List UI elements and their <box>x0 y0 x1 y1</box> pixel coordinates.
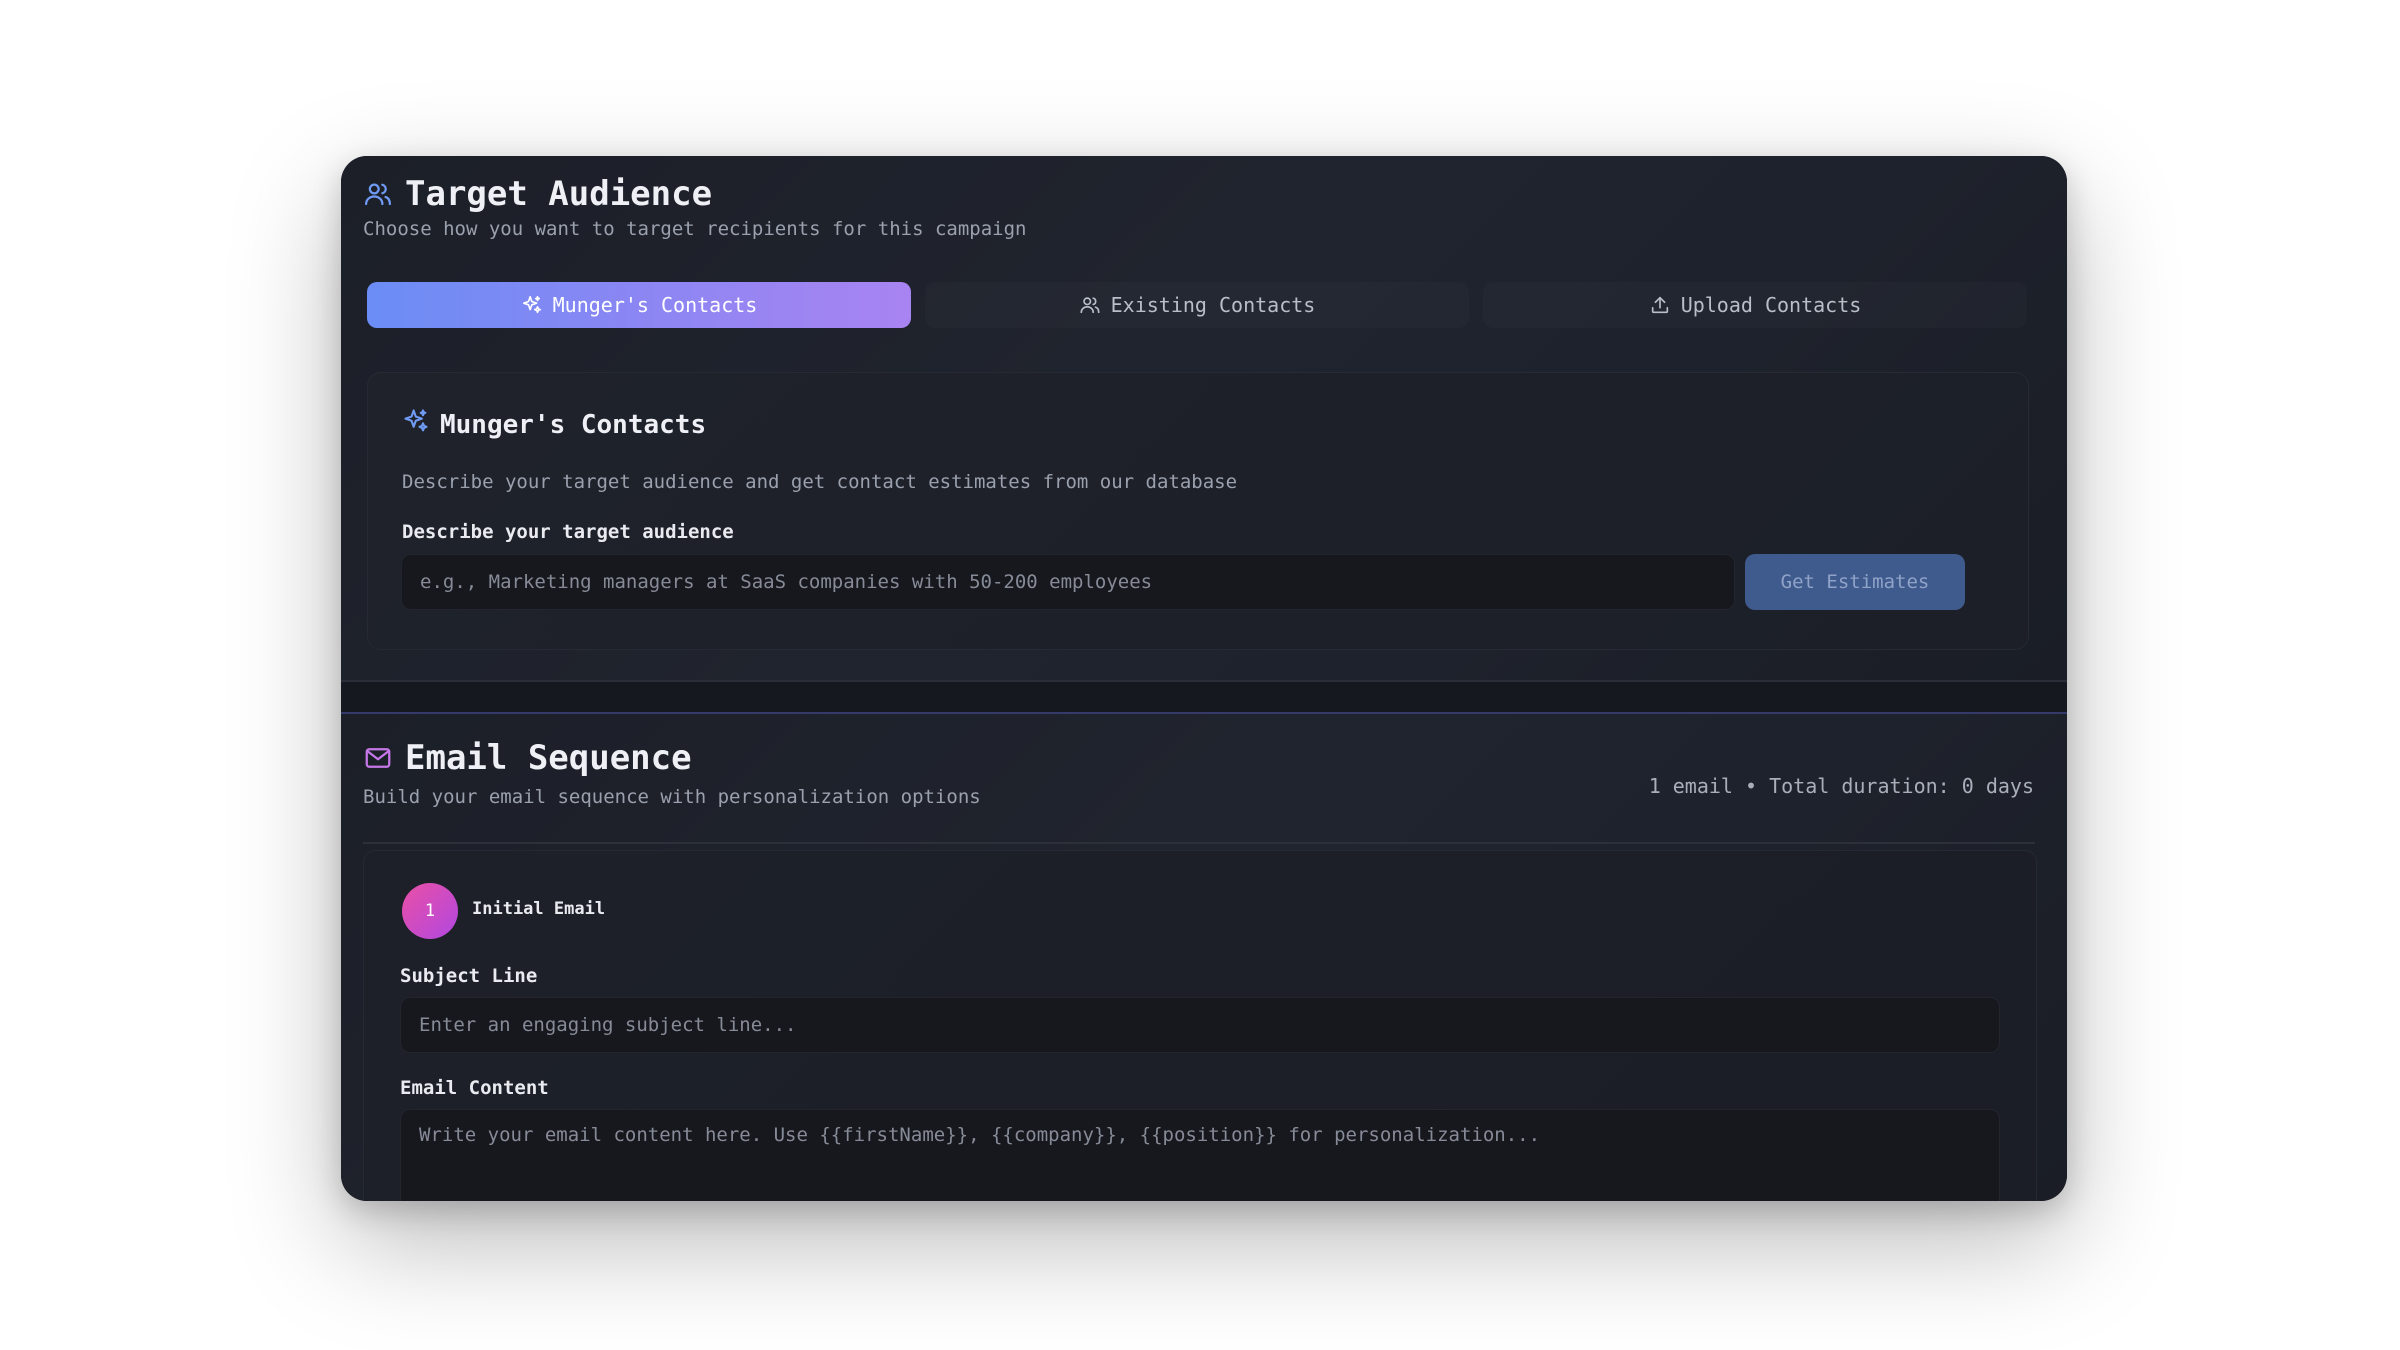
users-icon <box>1079 294 1101 316</box>
campaign-builder-window: Target Audience Choose how you want to t… <box>341 156 2067 1201</box>
email-sequence-subtitle: Build your email sequence with personali… <box>363 786 981 808</box>
sequence-summary: 1 email • Total duration: 0 days <box>1648 774 2034 798</box>
users-icon <box>363 179 393 209</box>
email-content-textarea[interactable]: Write your email content here. Use {{fir… <box>400 1109 2000 1201</box>
tab-upload-contacts[interactable]: Upload Contacts <box>1483 282 2027 328</box>
mail-icon <box>363 743 393 773</box>
subject-line-label: Subject Line <box>400 965 538 987</box>
audience-field-label: Describe your target audience <box>402 521 734 543</box>
sparkles-icon <box>521 294 543 316</box>
panel-title: Munger's Contacts <box>440 409 707 440</box>
divider <box>363 842 2035 844</box>
email-step-card: 1 Initial Email Subject Line Enter an en… <box>363 850 2037 1201</box>
sparkles-icon <box>402 407 430 442</box>
email-sequence-header: Email Sequence <box>363 738 692 778</box>
tab-mungers-contacts[interactable]: Munger's Contacts <box>367 282 911 328</box>
panel-header: Munger's Contacts <box>402 407 706 442</box>
audience-tabs: Munger's Contacts Existing Contacts Uplo… <box>367 282 2027 332</box>
audience-input-placeholder: e.g., Marketing managers at SaaS compani… <box>420 571 1153 593</box>
tab-label: Upload Contacts <box>1680 293 1862 317</box>
subject-line-input[interactable]: Enter an engaging subject line... <box>400 997 2000 1053</box>
step-title: Initial Email <box>472 899 606 919</box>
target-audience-section: Target Audience Choose how you want to t… <box>341 156 2067 682</box>
subject-input-placeholder: Enter an engaging subject line... <box>419 1014 797 1036</box>
target-audience-header: Target Audience <box>363 174 712 214</box>
target-audience-subtitle: Choose how you want to target recipients… <box>363 218 1027 240</box>
audience-description-input[interactable]: e.g., Marketing managers at SaaS compani… <box>401 554 1735 610</box>
email-sequence-section: Email Sequence Build your email sequence… <box>341 712 2067 1201</box>
content-textarea-placeholder: Write your email content here. Use {{fir… <box>419 1124 1541 1146</box>
email-sequence-title: Email Sequence <box>405 738 692 778</box>
panel-description: Describe your target audience and get co… <box>402 471 1238 493</box>
email-content-label: Email Content <box>400 1077 549 1099</box>
target-audience-title: Target Audience <box>405 174 713 214</box>
step-number-badge: 1 <box>402 883 458 939</box>
tab-label: Munger's Contacts <box>552 293 758 317</box>
tab-existing-contacts[interactable]: Existing Contacts <box>925 282 1469 328</box>
get-estimates-button[interactable]: Get Estimates <box>1745 554 1965 610</box>
tab-label: Existing Contacts <box>1110 293 1316 317</box>
upload-icon <box>1649 294 1671 316</box>
